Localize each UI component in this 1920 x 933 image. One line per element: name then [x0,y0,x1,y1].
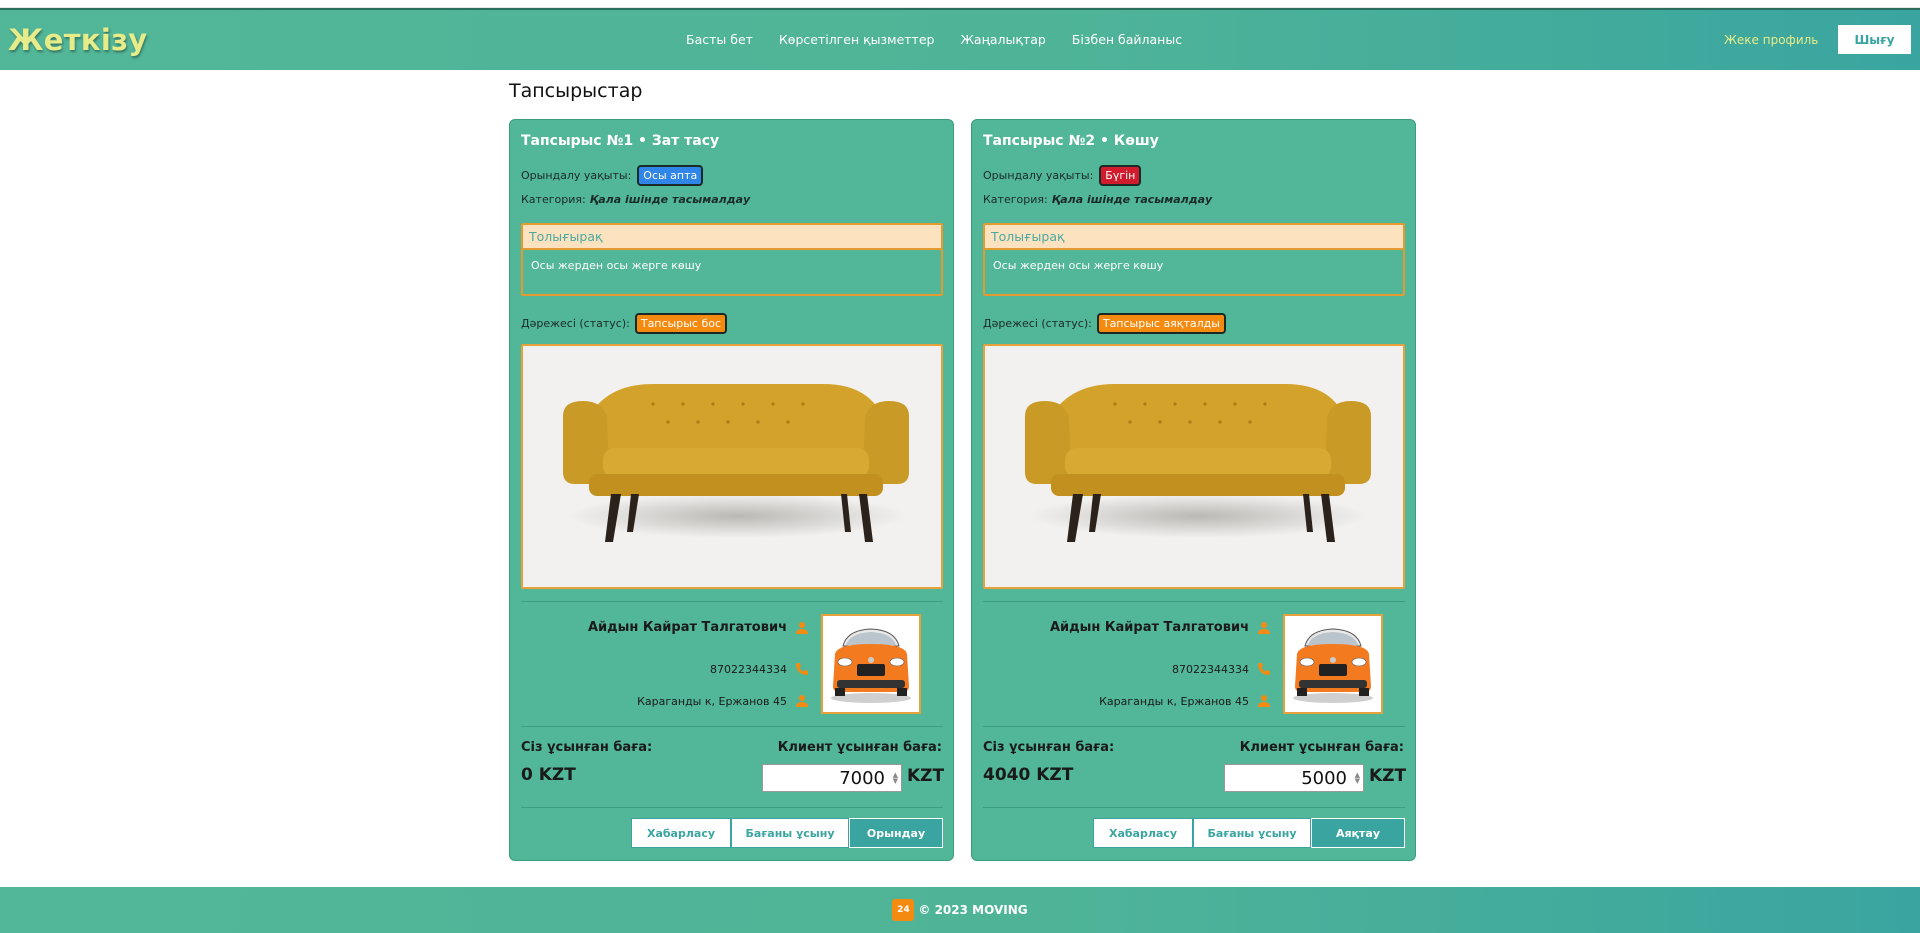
details-panel: Толығырақ Осы жерден осы жерге көшу [521,223,943,296]
order-card-2: Тапсырыс №2 • Көшу Орындалу уақыты: Бүгі… [971,119,1416,861]
nav-link-news[interactable]: Жаңалықтар [960,32,1045,47]
category-label: Категория: [983,193,1048,206]
status-label: Дәрежесі (статус): [983,317,1092,330]
page-title: Тапсырыстар [509,80,643,102]
driver-phone: 87022344334 [1172,662,1249,676]
spinner-icon[interactable]: ▲ ▼ [1355,772,1360,785]
client-price-label: Клиент ұсынған баға: [1239,740,1404,755]
car-image [831,628,911,703]
status-label: Дәрежесі (статус): [521,317,630,330]
status-row: Дәрежесі (статус): Тапсырыс аяқталды [983,313,1226,334]
order-title: Тапсырыс №1 • Зат тасу [521,133,720,149]
phone-icon [1258,663,1270,675]
action-buttons: Хабарласу Бағаны ұсыну Аяқтау [1093,818,1405,848]
car-photo [1283,614,1383,714]
item-photo [521,344,943,589]
divider [983,807,1405,808]
nav-link-services[interactable]: Көрсетілген қызметтер [779,32,935,47]
driver-name-row: Айдын Кайрат Талгатович [1050,620,1271,635]
client-price-currency: KZT [907,766,945,786]
sofa-image [563,384,909,542]
category-row: Категория: Қала ішінде тасымалдау [983,193,1212,206]
client-price-input[interactable]: 5000 ▲ ▼ [1224,764,1364,792]
driver-name-row: Айдын Кайрат Талгатович [588,620,809,635]
driver-address-row: Караганды к, Ержанов 45 [637,694,809,708]
footer-logo-icon: 24 [892,899,915,921]
divider [521,601,943,602]
phone-icon [796,663,808,675]
driver-name: Айдын Кайрат Талгатович [587,620,787,635]
brand-logo[interactable]: Жеткізу [8,23,147,57]
details-panel: Толығырақ Осы жерден осы жерге көшу [983,223,1405,296]
car-image [1293,628,1373,703]
details-text: Осы жерден осы жерге көшу [531,259,702,272]
execution-time-badge: Осы апта [637,165,704,186]
category-value: Қала ішінде тасымалдау [1051,193,1213,206]
offer-price-button[interactable]: Бағаны ұсыну [1193,818,1311,848]
your-price-label: Сіз ұсынған баға: [521,740,653,755]
car-photo [821,614,921,714]
driver-address: Караганды к, Ержанов 45 [1099,694,1249,708]
driver-phone-row: 87022344334 [710,662,809,676]
location-icon [1258,695,1270,707]
order-title: Тапсырыс №2 • Көшу [983,133,1159,149]
top-border [0,0,1920,8]
driver-phone-row: 87022344334 [1172,662,1271,676]
action-buttons: Хабарласу Бағаны ұсыну Орындау [631,818,943,848]
execution-time-label: Орындалу уақыты: [521,169,632,182]
driver-address: Караганды к, Ержанов 45 [637,694,787,708]
offer-price-button[interactable]: Бағаны ұсыну [731,818,849,848]
category-label: Категория: [521,193,586,206]
execution-time-row: Орындалу уақыты: Осы апта [521,165,704,186]
details-toggle[interactable]: Толығырақ [523,225,941,250]
item-photo [983,344,1405,589]
divider [521,807,943,808]
execution-time-badge: Бүгін [1099,165,1142,186]
finish-button[interactable]: Аяқтау [1311,818,1405,848]
contact-button[interactable]: Хабарласу [631,818,731,848]
footer: 24 © 2023 MOVING [0,887,1920,933]
execute-button[interactable]: Орындау [849,818,943,848]
contact-button[interactable]: Хабарласу [1093,818,1193,848]
sofa-image [1025,384,1371,542]
your-price-value: 0 KZT [521,765,576,785]
order-card-1: Тапсырыс №1 • Зат тасу Орындалу уақыты: … [509,119,954,861]
driver-address-row: Караганды к, Ержанов 45 [1099,694,1271,708]
client-price-label: Клиент ұсынған баға: [777,740,942,755]
profile-link[interactable]: Жеке профиль [1724,33,1818,47]
spinner-icon[interactable]: ▲ ▼ [893,772,898,785]
user-icon [1258,621,1270,634]
divider [521,726,943,727]
your-price-label: Сіз ұсынған баға: [983,740,1115,755]
user-icon [796,621,808,634]
status-badge: Тапсырыс аяқталды [1096,313,1226,334]
location-icon [796,695,808,707]
details-toggle[interactable]: Толығырақ [985,225,1403,250]
client-price-value: 5000 [1301,767,1347,789]
status-row: Дәрежесі (статус): Тапсырыс бос [521,313,728,334]
divider [983,601,1405,602]
status-badge: Тапсырыс бос [634,313,728,334]
client-price-input[interactable]: 7000 ▲ ▼ [762,764,902,792]
details-text: Осы жерден осы жерге көшу [993,259,1164,272]
divider [983,726,1405,727]
category-row: Категория: Қала ішінде тасымалдау [521,193,750,206]
client-price-currency: KZT [1369,766,1407,786]
navbar: Жеткізу Басты бет Көрсетілген қызметтер … [0,8,1920,70]
execution-time-row: Орындалу уақыты: Бүгін [983,165,1142,186]
client-price-value: 7000 [839,767,885,789]
footer-copyright: © 2023 MOVING [918,903,1028,917]
main-nav: Басты бет Көрсетілген қызметтер Жаңалықт… [686,32,1182,47]
your-price-value: 4040 KZT [983,765,1074,785]
nav-link-contact[interactable]: Бізбен байланыс [1072,32,1182,47]
driver-name: Айдын Кайрат Талгатович [1049,620,1249,635]
nav-link-home[interactable]: Басты бет [686,32,753,47]
category-value: Қала ішінде тасымалдау [589,193,751,206]
logout-button[interactable]: Шығу [1837,24,1912,55]
execution-time-label: Орындалу уақыты: [983,169,1094,182]
driver-phone: 87022344334 [710,662,787,676]
